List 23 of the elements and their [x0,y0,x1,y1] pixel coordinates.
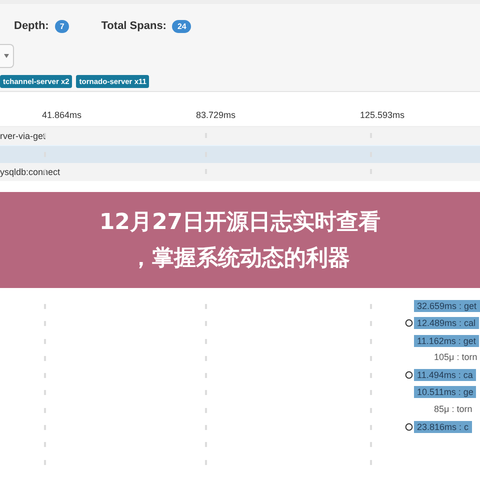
span-name: rver-via-get [0,130,46,141]
total-spans-count: 24 [172,20,192,32]
span-bar[interactable]: 10.511ms : ge [414,386,476,398]
banner-title: ，掌握系统动态的利器 [130,245,350,273]
span-duration: 85μ : torn [434,404,472,414]
span-row[interactable]: ysqldb:connect [0,163,480,180]
time-tick: 41.864ms [42,110,82,120]
span-bar[interactable]: 32.659ms : get [414,300,480,312]
span-bar[interactable]: 23.816ms : c [414,421,472,434]
span-bar[interactable]: 11.494ms : ca [414,369,476,382]
dropdown[interactable] [0,44,14,68]
span-bar[interactable]: 11.162ms : get [414,334,479,347]
time-tick: 125.593ms [360,110,405,120]
depth-label: Depth: [14,20,49,32]
total-spans-label: Total Spans: [101,20,166,32]
span-bar[interactable]: 12.489ms : cal [414,317,479,330]
span-name: ysqldb:connect [0,166,60,177]
caret-icon [4,54,9,58]
depth-count: 7 [54,20,70,32]
span-row[interactable]: rver-via-get [0,127,480,144]
time-tick: 83.729ms [196,110,236,120]
span-duration: 105μ : torn [434,352,478,362]
banner-title: 12月27日开源日志实时查看 [99,209,381,237]
